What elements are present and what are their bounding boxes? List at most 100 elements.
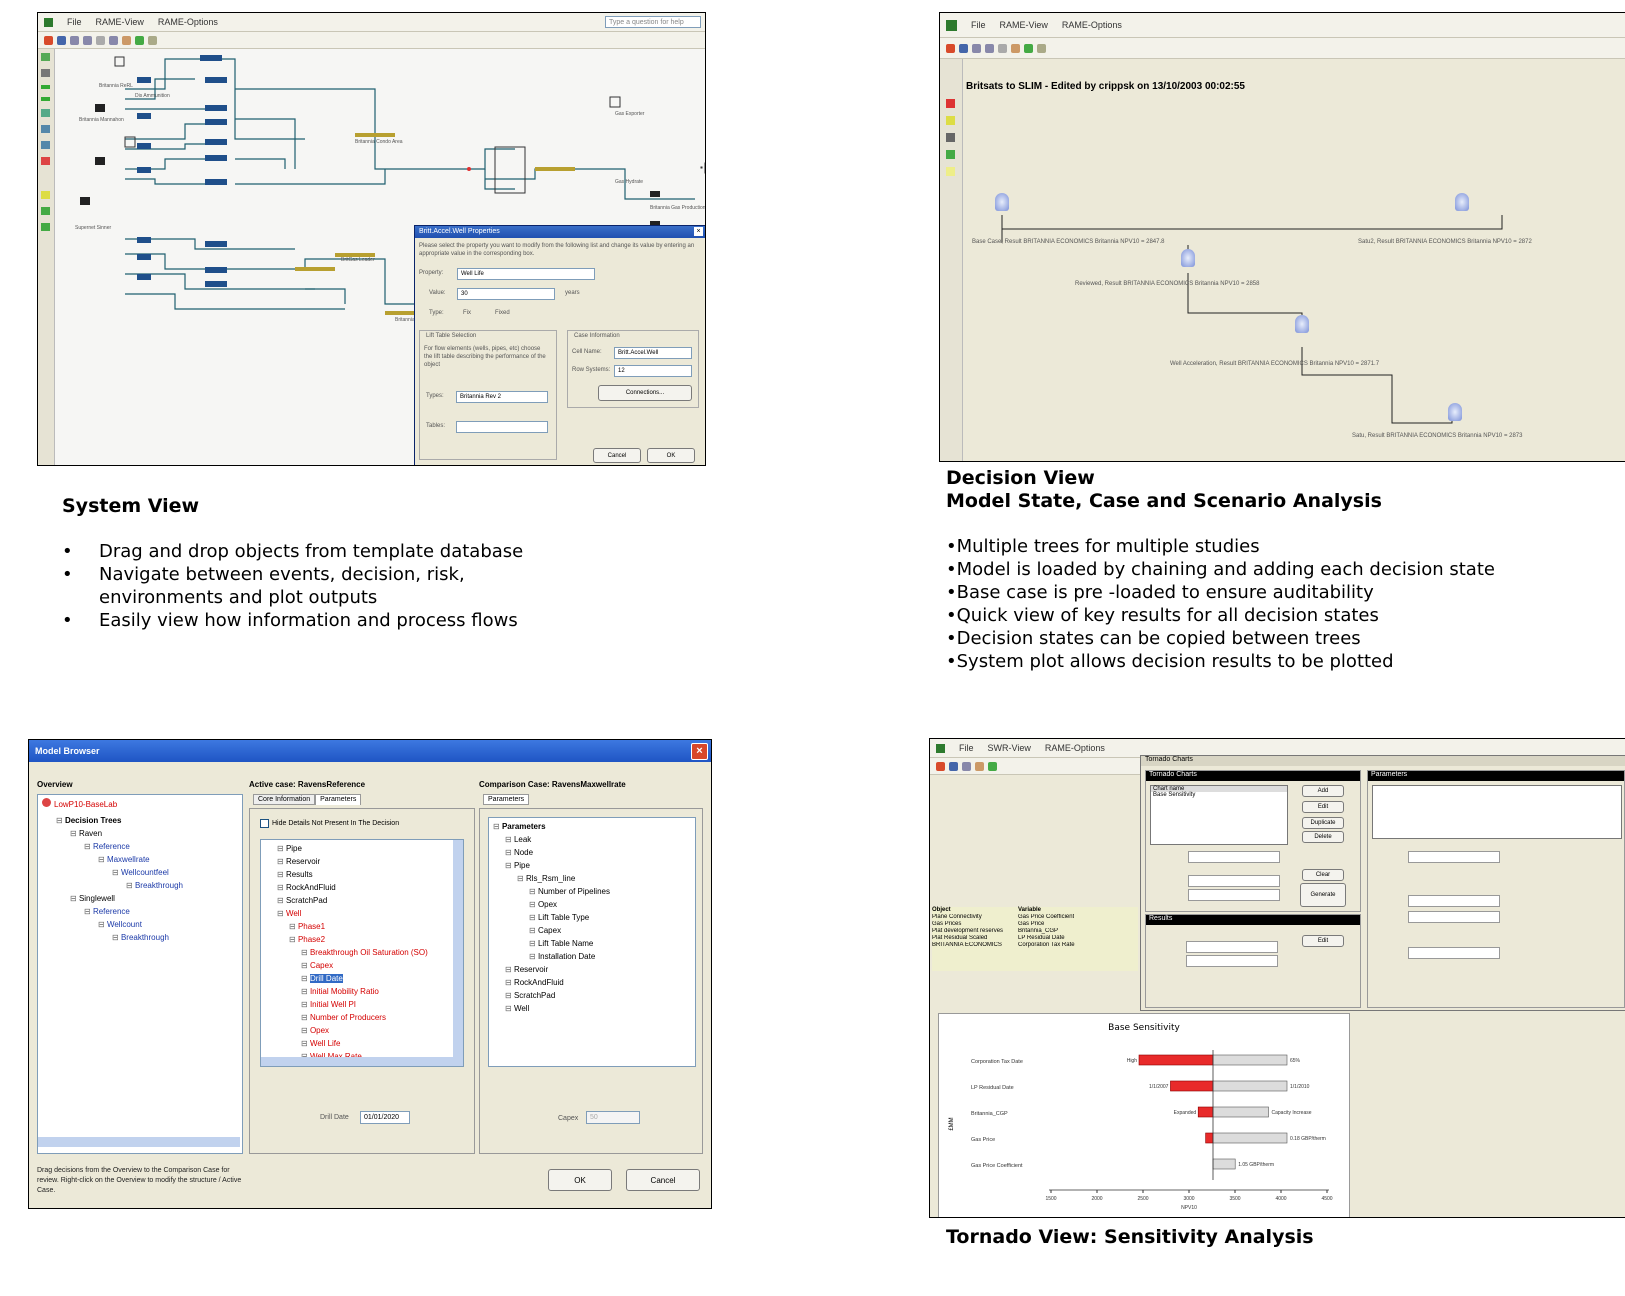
stop-icon[interactable] [44, 35, 53, 45]
expander-icon[interactable]: ⊟ [126, 881, 135, 890]
type-radio-fix[interactable]: Fix [463, 310, 471, 316]
delete-chart-button[interactable]: Delete [1302, 831, 1344, 843]
expander-icon[interactable]: ⊟ [529, 939, 538, 948]
tree-node[interactable]: ⊟ Drill Date [261, 972, 463, 985]
expander-icon[interactable]: ⊟ [301, 974, 310, 983]
overview-tree[interactable]: LowP10-BaseLab ⊟ Decision Trees ⊟ Raven ⊟ … [37, 794, 243, 1154]
edit-chart-button[interactable]: Edit [1302, 801, 1344, 813]
palette-item-icon[interactable] [41, 157, 50, 165]
tree-node[interactable]: ⊟ Leak [489, 833, 695, 846]
chart-icon[interactable] [1024, 43, 1033, 53]
expander-icon[interactable]: ⊟ [98, 920, 107, 929]
tree-node[interactable]: ⊟ Singlewell [38, 892, 242, 905]
tree-node[interactable]: ⊟ Well [261, 907, 463, 920]
decision-tree-canvas[interactable] [962, 103, 1625, 461]
param-field[interactable] [1408, 895, 1500, 907]
tree-node[interactable]: ⊟ Parameters [489, 820, 695, 833]
expander-icon[interactable]: ⊟ [493, 822, 502, 831]
tree-root[interactable]: LowP10-BaseLab [38, 795, 242, 814]
close-icon[interactable]: × [694, 227, 703, 236]
tree-node[interactable]: ⊟ Lift Table Name [489, 937, 695, 950]
param-field[interactable] [1408, 851, 1500, 863]
result-field[interactable] [1186, 941, 1278, 953]
palette-item-icon[interactable] [41, 97, 50, 101]
expander-icon[interactable]: ⊟ [277, 909, 286, 918]
palette-item-icon[interactable] [41, 53, 50, 61]
tree-node[interactable]: ⊟ Phase1 [261, 920, 463, 933]
figure-icon[interactable] [975, 761, 984, 771]
tree-node[interactable]: ⊟ Number of Pipelines [489, 885, 695, 898]
tab-core-information[interactable]: Core Information [253, 794, 316, 805]
expander-icon[interactable]: ⊟ [277, 883, 286, 892]
palette-item-icon[interactable] [41, 223, 50, 231]
property-select[interactable]: Well Life [457, 268, 595, 280]
tab-parameters[interactable]: Parameters [315, 794, 362, 805]
tree-icon[interactable] [148, 35, 157, 45]
tree-node[interactable]: ⊟ ScratchPad [489, 989, 695, 1002]
grid-icon[interactable] [946, 133, 955, 142]
expander-icon[interactable]: ⊟ [56, 816, 65, 825]
palette-item-icon[interactable] [41, 141, 50, 149]
expander-icon[interactable]: ⊟ [505, 835, 514, 844]
menu-rame-view[interactable]: RAME-View [1000, 20, 1048, 30]
save-icon[interactable] [57, 35, 66, 45]
expander-icon[interactable]: ⊟ [277, 870, 286, 879]
expander-icon[interactable]: ⊟ [505, 965, 514, 974]
expander-icon[interactable]: ⊟ [301, 1039, 310, 1048]
expander-icon[interactable]: ⊟ [84, 842, 93, 851]
tree-node[interactable]: ⊟ Number of Producers [261, 1011, 463, 1024]
tree-node[interactable]: ⊟ Initial Mobility Ratio [261, 985, 463, 998]
expander-icon[interactable]: ⊟ [277, 857, 286, 866]
capex-input[interactable]: 50 [586, 1111, 640, 1124]
tree-node[interactable]: ⊟ Well [489, 1002, 695, 1015]
expander-icon[interactable]: ⊟ [98, 855, 107, 864]
expander-icon[interactable]: ⊟ [112, 868, 121, 877]
table-row[interactable]: Gas Prices Gas Price [932, 921, 1138, 928]
help-search-input[interactable]: Type a question for help [605, 16, 701, 28]
tree-node[interactable]: ⊟ Wellcount [38, 918, 242, 931]
chart-icon[interactable] [988, 761, 997, 771]
decision-node-reviewed[interactable] [1181, 249, 1195, 267]
expander-icon[interactable]: ⊟ [505, 861, 514, 870]
menu-file[interactable]: File [67, 17, 82, 27]
chart-icon[interactable] [135, 35, 144, 45]
menu-rame-options[interactable]: RAME-Options [1062, 20, 1122, 30]
tree-node[interactable]: ⊟ Maxwellrate [38, 853, 242, 866]
add-chart-button[interactable]: Add [1302, 785, 1344, 797]
dialog-cancel-button[interactable]: Cancel [593, 448, 641, 463]
edit-result-button[interactable]: Edit [1302, 935, 1344, 947]
tables-select[interactable] [456, 421, 548, 433]
duplicate-chart-button[interactable]: Duplicate [1302, 817, 1344, 829]
expander-icon[interactable]: ⊟ [301, 987, 310, 996]
expander-icon[interactable]: ⊟ [301, 1000, 310, 1009]
tree-node[interactable]: ⊟ Installation Date [489, 950, 695, 963]
chart-list-item[interactable]: Base Sensitivity [1151, 792, 1287, 798]
generate-button[interactable]: Generate [1300, 883, 1346, 907]
comparison-tab-parameters[interactable]: Parameters [483, 794, 530, 805]
expander-icon[interactable]: ⊟ [529, 887, 538, 896]
tree-node[interactable]: ⊟ Node [489, 846, 695, 859]
tree-node[interactable]: ⊟ Breakthrough [38, 879, 242, 892]
tree-node[interactable]: ⊟ Capex [489, 924, 695, 937]
tree-node[interactable]: ⊟ Reservoir [261, 855, 463, 868]
chart-list[interactable]: Chart name Base Sensitivity [1150, 785, 1288, 845]
drill-date-input[interactable]: 01/01/2020 [360, 1111, 410, 1124]
tree-node[interactable]: ⊟ Phase2 [261, 933, 463, 946]
menu-file[interactable]: File [959, 743, 974, 753]
palette-item-icon[interactable] [41, 191, 50, 199]
tree-node[interactable]: ⊟ RockAndFluid [261, 881, 463, 894]
event-icon[interactable] [946, 116, 955, 125]
figure-icon[interactable] [1011, 43, 1020, 53]
tree-node[interactable]: ⊟ Raven [38, 827, 242, 840]
menu-rame-options[interactable]: RAME-Options [158, 17, 218, 27]
tree-node[interactable]: ⊟ Wellcountfeel [38, 866, 242, 879]
pointer-icon[interactable] [998, 43, 1007, 53]
expander-icon[interactable]: ⊟ [112, 933, 121, 942]
param-field[interactable] [1408, 911, 1500, 923]
tree-icon[interactable] [1037, 43, 1046, 53]
tree-node[interactable]: ⊟ Pipe [261, 842, 463, 855]
expander-icon[interactable]: ⊟ [529, 952, 538, 961]
type-radio-fixed[interactable]: Fixed [495, 310, 510, 316]
expander-icon[interactable]: ⊟ [277, 896, 286, 905]
palette-item-icon[interactable] [41, 85, 50, 89]
